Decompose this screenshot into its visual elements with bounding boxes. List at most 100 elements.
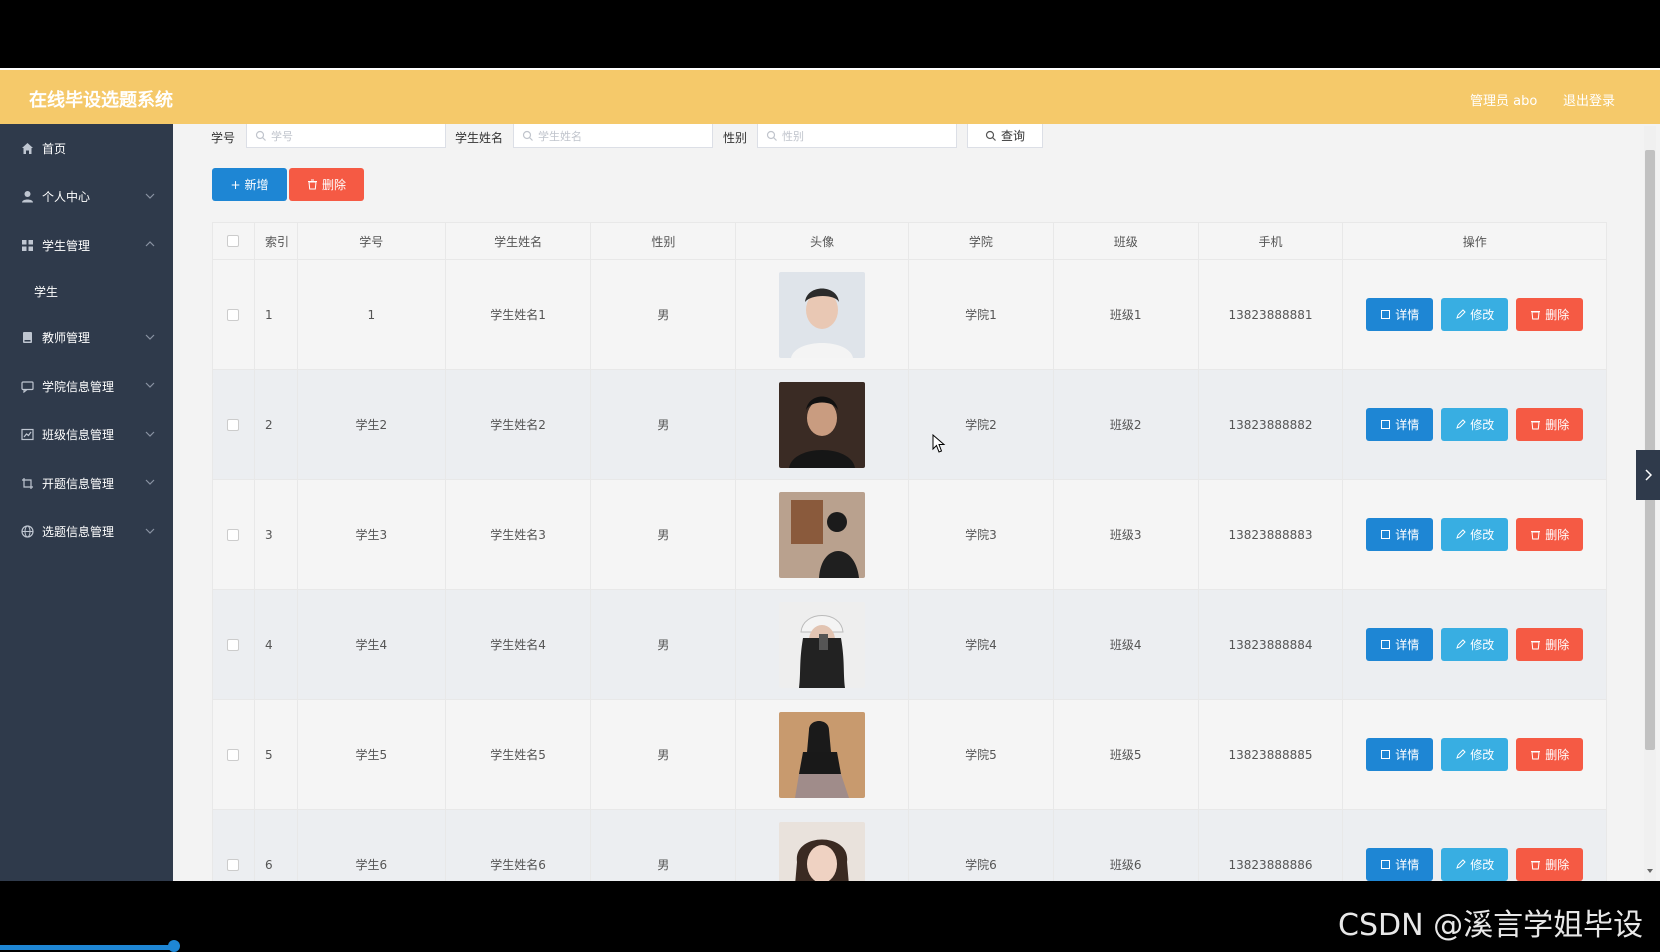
row-checkbox[interactable] [227, 528, 240, 541]
home-icon [20, 141, 34, 155]
batch-delete-button[interactable]: 删除 [289, 168, 364, 201]
row-avatar-cell [736, 590, 910, 699]
edit-button[interactable]: 修改 [1441, 518, 1509, 551]
edit-label: 修改 [1470, 418, 1495, 432]
delete-label: 删除 [1545, 638, 1570, 652]
sidebar-item-label: 教师管理 [42, 331, 91, 346]
detail-button[interactable]: 详情 [1366, 628, 1434, 661]
app-window: 在线毕设选题系统 管理员 abo 退出登录 首页 个人中心 学生管理 学生 教师… [0, 68, 1660, 881]
sidebar-item-label: 学院信息管理 [42, 379, 115, 394]
row-student-no: 学生4 [298, 590, 446, 699]
sidebar-item-teacher-management[interactable]: 教师管理 [0, 314, 173, 363]
avatar [779, 821, 866, 881]
row-avatar-cell [736, 370, 910, 479]
edit-button[interactable]: 修改 [1441, 738, 1509, 771]
student-no-label: 学号 [211, 131, 236, 145]
edit-button[interactable]: 修改 [1441, 408, 1509, 441]
student-table: 索引 学号 学生姓名 性别 头像 学院 班级 手机 操作 1 1 学生姓名1 男 [212, 222, 1607, 881]
logout-link[interactable]: 退出登录 [1563, 90, 1615, 109]
row-college: 学院2 [909, 370, 1054, 479]
student-no-input[interactable]: 学号 [246, 124, 446, 148]
row-checkbox[interactable] [227, 418, 240, 431]
sidebar-item-topic-management[interactable]: 选题信息管理 [0, 508, 173, 557]
sex-input[interactable]: 性别 [757, 124, 957, 148]
row-select-cell [213, 700, 255, 809]
detail-icon [1381, 530, 1391, 539]
row-checkbox[interactable] [227, 858, 240, 871]
header-avatar: 头像 [736, 223, 910, 259]
row-class: 班级4 [1054, 590, 1199, 699]
row-checkbox[interactable] [227, 748, 240, 761]
row-college: 学院5 [909, 700, 1054, 809]
delete-label: 删除 [1545, 418, 1570, 432]
search-icon [985, 130, 996, 141]
header-student-no: 学号 [298, 223, 446, 259]
student-name-input[interactable]: 学生姓名 [513, 124, 713, 148]
search-icon [766, 130, 777, 141]
row-student-name: 学生姓名5 [446, 700, 592, 809]
edit-button[interactable]: 修改 [1441, 628, 1509, 661]
row-student-name: 学生姓名2 [446, 370, 592, 479]
sidebar-item-home[interactable]: 首页 [0, 124, 173, 173]
detail-label: 详情 [1395, 638, 1420, 652]
row-checkbox[interactable] [227, 638, 240, 651]
detail-icon [1381, 750, 1391, 759]
row-phone: 13823888886 [1199, 810, 1344, 881]
detail-button[interactable]: 详情 [1366, 408, 1434, 441]
row-student-name: 学生姓名3 [446, 480, 592, 589]
delete-button[interactable]: 删除 [1516, 738, 1584, 771]
video-progress-bar[interactable] [0, 945, 175, 950]
edit-icon [1456, 419, 1466, 429]
header-phone: 手机 [1199, 223, 1344, 259]
row-phone: 13823888881 [1199, 260, 1344, 369]
add-button[interactable]: + 新增 [212, 168, 287, 201]
detail-button[interactable]: 详情 [1366, 518, 1434, 551]
avatar [779, 381, 866, 468]
trash-icon [1531, 861, 1541, 870]
avatar [779, 601, 866, 688]
delete-button[interactable]: 删除 [1516, 298, 1584, 331]
query-button-label: 查询 [1000, 129, 1025, 143]
header-class: 班级 [1054, 223, 1199, 259]
delete-button[interactable]: 删除 [1516, 848, 1584, 881]
chart-icon [20, 428, 34, 442]
delete-button[interactable]: 删除 [1516, 518, 1584, 551]
sidebar-item-proposal-management[interactable]: 开题信息管理 [0, 459, 173, 508]
row-avatar-cell [736, 480, 910, 589]
table-row: 3 学生3 学生姓名3 男 学院3 班级3 13823888883 详情 修改 … [212, 480, 1607, 590]
video-progress-handle[interactable] [168, 940, 180, 952]
detail-icon [1381, 420, 1391, 429]
edit-button[interactable]: 修改 [1441, 298, 1509, 331]
edit-icon [1456, 859, 1466, 869]
row-checkbox[interactable] [227, 308, 240, 321]
row-index: 1 [255, 260, 298, 369]
row-student-name: 学生姓名6 [446, 810, 592, 881]
row-student-no: 学生6 [298, 810, 446, 881]
detail-button[interactable]: 详情 [1366, 738, 1434, 771]
sidebar-item-student-management[interactable]: 学生管理 [0, 221, 173, 270]
query-button[interactable]: 查询 [967, 124, 1043, 148]
sidebar-item-college-management[interactable]: 学院信息管理 [0, 362, 173, 411]
detail-button[interactable]: 详情 [1366, 298, 1434, 331]
row-index: 3 [255, 480, 298, 589]
row-phone: 13823888885 [1199, 700, 1344, 809]
sidebar-item-class-management[interactable]: 班级信息管理 [0, 411, 173, 460]
row-select-cell [213, 260, 255, 369]
select-all-checkbox[interactable] [227, 235, 240, 247]
scroll-down-icon[interactable] [1645, 866, 1655, 876]
detail-label: 详情 [1395, 528, 1420, 542]
edit-button[interactable]: 修改 [1441, 848, 1509, 881]
header-actions: 操作 [1462, 234, 1487, 249]
row-college: 学院4 [909, 590, 1054, 699]
sidebar-item-profile[interactable]: 个人中心 [0, 173, 173, 222]
header-student-name: 学生姓名 [446, 223, 592, 259]
trash-icon [1531, 311, 1541, 320]
row-index: 5 [255, 700, 298, 809]
delete-label: 删除 [1545, 528, 1570, 542]
table-row: 6 学生6 学生姓名6 男 学院6 班级6 13823888886 详情 修改 … [212, 810, 1607, 881]
sidebar-subitem-student[interactable]: 学生 [0, 270, 173, 314]
delete-button[interactable]: 删除 [1516, 408, 1584, 441]
detail-button[interactable]: 详情 [1366, 848, 1434, 881]
delete-button[interactable]: 删除 [1516, 628, 1584, 661]
side-panel-toggle[interactable] [1636, 450, 1660, 500]
